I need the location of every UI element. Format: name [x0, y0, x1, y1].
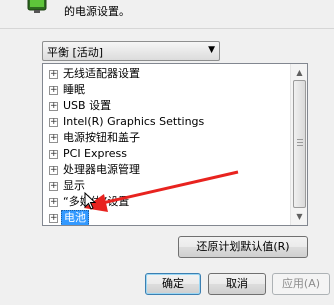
advanced-settings-tree[interactable]: + 无线适配器设置 + 睡眠 + USB 设置 + Intel(R) Graph… [42, 63, 308, 226]
tree-item-battery[interactable]: + 电池 [43, 210, 291, 225]
tree-item-intel-graphics[interactable]: + Intel(R) Graphics Settings [43, 114, 291, 130]
tree-item-label: 电池 [61, 210, 89, 225]
power-plan-value: 平衡 [活动] [47, 46, 104, 59]
cancel-button[interactable]: 取消 [208, 273, 266, 295]
expand-icon[interactable]: + [49, 198, 58, 207]
tree-item-display[interactable]: + 显示 [43, 178, 291, 194]
tree-item-label: 处理器电源管理 [63, 163, 140, 176]
apply-button[interactable]: 应用(A) [272, 273, 330, 295]
battery-icon [27, 0, 47, 13]
expand-icon[interactable]: + [49, 182, 58, 191]
expand-icon[interactable]: + [49, 166, 58, 175]
vertical-scrollbar[interactable]: ▲ ▼ [290, 64, 307, 225]
chevron-down-icon: ▼ [208, 45, 215, 55]
tree-item-multimedia[interactable]: + “多媒体”设置 [43, 194, 291, 210]
expand-icon[interactable]: + [49, 70, 58, 79]
tree-item-wireless-adapter[interactable]: + 无线适配器设置 [43, 66, 291, 82]
restore-defaults-button[interactable]: 还原计划默认值(R) [178, 236, 308, 258]
scroll-thumb[interactable] [293, 80, 306, 208]
divider [0, 28, 334, 29]
grip-icon [297, 139, 303, 148]
expand-icon[interactable]: + [49, 86, 58, 95]
expand-icon[interactable]: + [49, 214, 58, 223]
tree-item-label: Intel(R) Graphics Settings [63, 115, 205, 128]
tree-item-label: PCI Express [63, 147, 128, 160]
expand-icon[interactable]: + [49, 118, 58, 127]
expand-icon[interactable]: + [49, 102, 58, 111]
tree-item-label: 电源按钮和盖子 [63, 131, 140, 144]
scroll-up-icon[interactable]: ▲ [292, 65, 307, 80]
tree-item-usb[interactable]: + USB 设置 [43, 98, 291, 114]
tree-item-label: 睡眠 [63, 83, 85, 96]
expand-icon[interactable]: + [49, 134, 58, 143]
plan-description: 的电源设置。 [64, 5, 130, 18]
scroll-down-icon[interactable]: ▼ [292, 209, 307, 224]
tree-item-sleep[interactable]: + 睡眠 [43, 82, 291, 98]
tree-item-label: USB 设置 [63, 99, 112, 112]
tree-item-processor-power[interactable]: + 处理器电源管理 [43, 162, 291, 178]
power-plan-dropdown[interactable]: 平衡 [活动] ▼ [42, 41, 220, 61]
tree-list: + 无线适配器设置 + 睡眠 + USB 设置 + Intel(R) Graph… [43, 66, 291, 225]
tree-item-power-buttons[interactable]: + 电源按钮和盖子 [43, 130, 291, 146]
mouse-cursor-icon [84, 192, 96, 210]
expand-icon[interactable]: + [49, 150, 58, 159]
tree-item-label: “多媒体”设置 [63, 195, 130, 208]
ok-button[interactable]: 确定 [145, 273, 201, 295]
tree-item-label: 无线适配器设置 [63, 67, 140, 80]
tree-item-pci-express[interactable]: + PCI Express [43, 146, 291, 162]
